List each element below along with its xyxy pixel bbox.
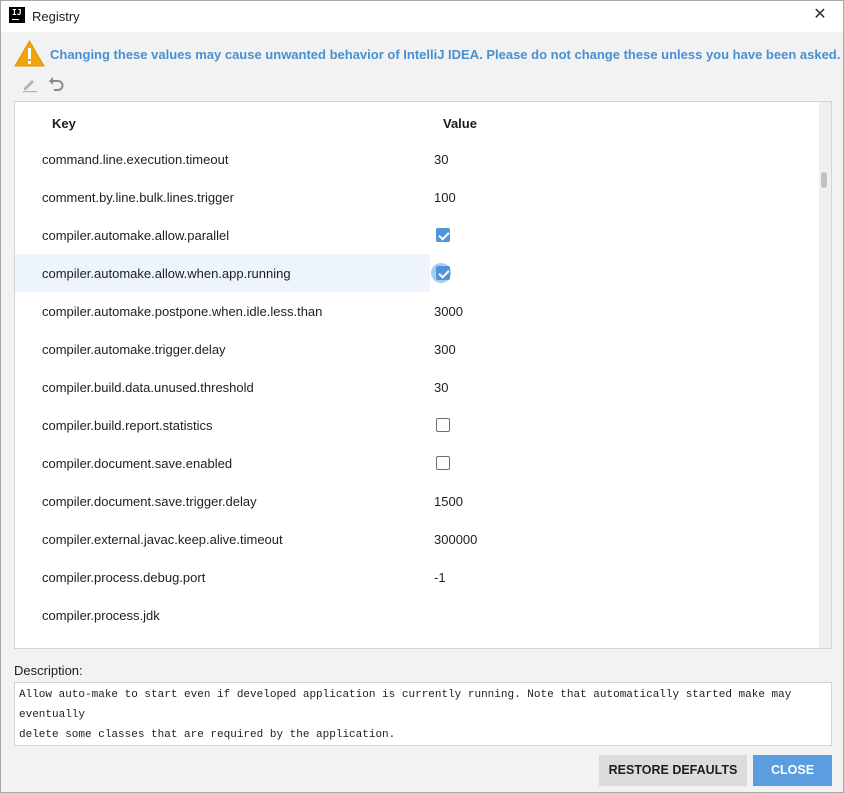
table-row[interactable]: comment.by.line.bulk.lines.trigger 100 [15,178,820,216]
column-header-value[interactable]: Value [443,116,477,131]
row-key[interactable]: compiler.document.save.trigger.delay [15,482,430,520]
row-value[interactable]: -1 [434,558,814,596]
row-value[interactable]: 100 [434,178,814,216]
close-window-icon[interactable]: ✕ [813,7,827,23]
row-key[interactable]: compiler.automake.trigger.delay [15,330,430,368]
row-value[interactable] [434,406,814,444]
table-row[interactable]: compiler.document.save.trigger.delay 1500 [15,482,820,520]
row-value[interactable]: 3000 [434,292,814,330]
close-button[interactable]: CLOSE [753,755,832,786]
registry-table: Key Value command.line.execution.timeout… [14,101,832,649]
table-rows: command.line.execution.timeout 30 comment.… [15,140,820,634]
restore-defaults-button[interactable]: RESTORE DEFAULTS [599,755,747,786]
row-key[interactable]: command.line.execution.timeout [15,140,430,178]
column-header-key[interactable]: Key [52,116,76,131]
row-key[interactable]: compiler.automake.postpone.when.idle.les… [15,292,430,330]
description-label: Description: [14,663,83,678]
scrollbar-thumb[interactable] [821,172,827,188]
table-row[interactable]: compiler.process.debug.port -1 [15,558,820,596]
row-key[interactable]: compiler.automake.allow.parallel [15,216,430,254]
row-value[interactable] [434,596,814,634]
description-text: Allow auto-make to start even if develop… [14,682,832,746]
row-value[interactable] [434,216,814,254]
warning-text: Changing these values may cause unwanted… [50,47,841,62]
table-row[interactable]: compiler.automake.allow.when.app.running [15,254,820,292]
table-row[interactable]: command.line.execution.timeout 30 [15,140,820,178]
row-key[interactable]: comment.by.line.bulk.lines.trigger [15,178,430,216]
table-row[interactable]: compiler.build.data.unused.threshold 30 [15,368,820,406]
pencil-icon[interactable] [21,75,39,93]
undo-icon[interactable] [48,75,66,93]
row-key[interactable]: compiler.automake.allow.when.app.running [15,254,430,292]
vertical-scrollbar[interactable] [819,102,831,648]
row-key[interactable]: compiler.process.jdk [15,596,430,634]
table-header: Key Value [15,102,820,140]
row-value[interactable]: 30 [434,368,814,406]
value-checkbox[interactable] [436,228,450,242]
table-row[interactable]: compiler.automake.trigger.delay 300 [15,330,820,368]
row-key[interactable]: compiler.build.data.unused.threshold [15,368,430,406]
registry-dialog: IJ Registry ✕ Changing these values may … [0,0,844,793]
value-checkbox[interactable] [436,418,450,432]
row-value[interactable]: 30 [434,140,814,178]
row-value[interactable]: 1500 [434,482,814,520]
table-row[interactable]: compiler.automake.postpone.when.idle.les… [15,292,820,330]
table-row[interactable]: compiler.automake.allow.parallel [15,216,820,254]
value-checkbox[interactable] [436,266,450,280]
row-key[interactable]: compiler.process.debug.port [15,558,430,596]
warning-icon [14,40,45,67]
table-row[interactable]: compiler.build.report.statistics [15,406,820,444]
warning-banner: Changing these values may cause unwanted… [14,40,841,68]
title-bar: IJ Registry ✕ [1,1,843,32]
row-value[interactable]: 300000 [434,520,814,558]
row-key[interactable]: compiler.external.javac.keep.alive.timeo… [15,520,430,558]
row-value[interactable]: 300 [434,330,814,368]
window-title: Registry [32,9,80,24]
row-value[interactable] [431,254,814,292]
row-key[interactable]: compiler.document.save.enabled [15,444,430,482]
table-row[interactable]: compiler.process.jdk [15,596,820,634]
value-checkbox[interactable] [436,456,450,470]
row-key[interactable]: compiler.build.report.statistics [15,406,430,444]
intellij-logo-icon: IJ [9,7,25,23]
table-row[interactable]: compiler.document.save.enabled [15,444,820,482]
table-row[interactable]: compiler.external.javac.keep.alive.timeo… [15,520,820,558]
row-value[interactable] [434,444,814,482]
logo-text: IJ [12,8,22,17]
